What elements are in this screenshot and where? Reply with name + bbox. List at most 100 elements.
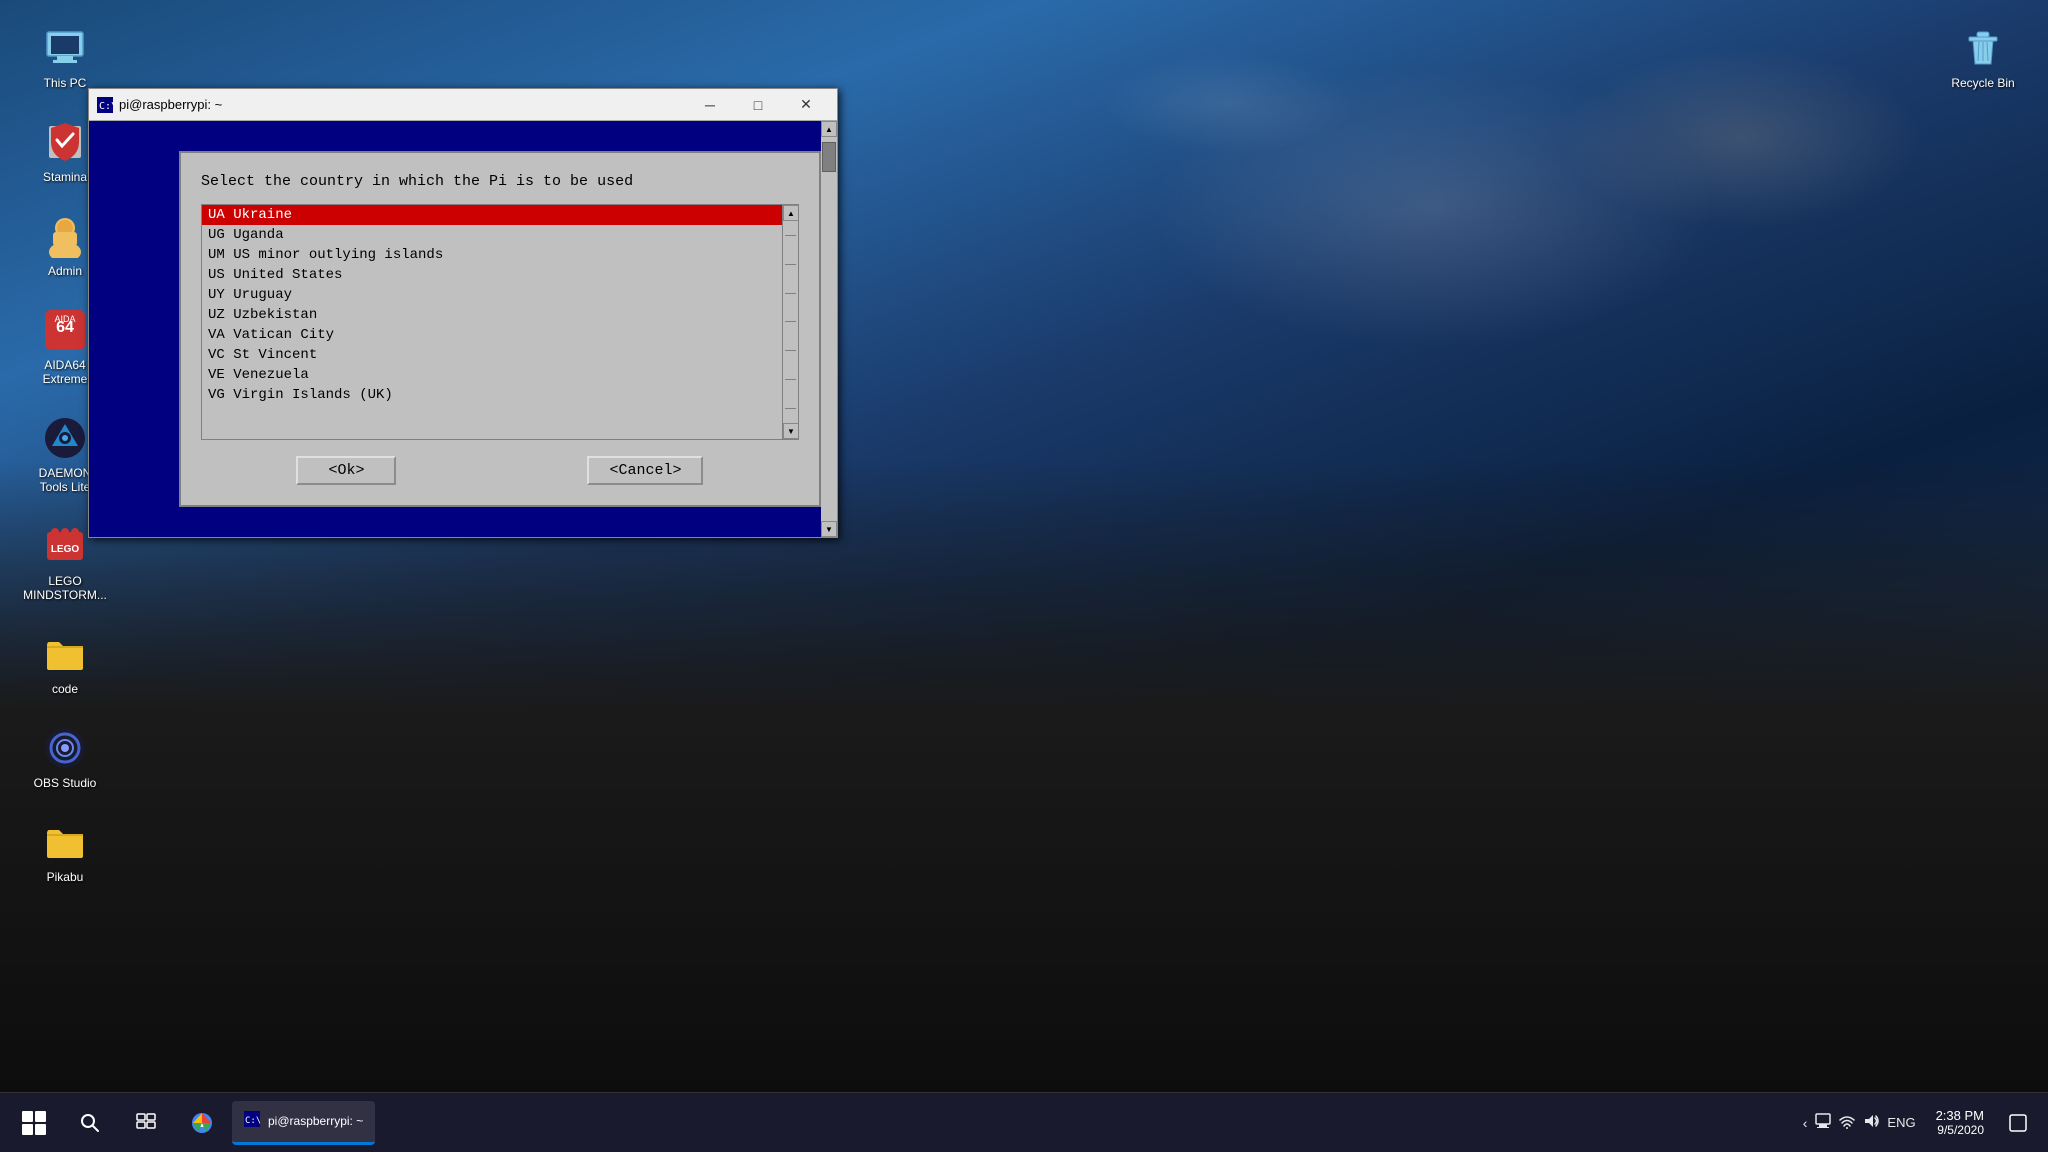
stamina-icon: [41, 118, 89, 166]
aida64-label1: AIDA64: [44, 358, 85, 372]
scroll-mark-1: [785, 235, 796, 236]
obs-icon: [41, 724, 89, 772]
dialog-list-scrollbar[interactable]: ▲ ▼: [782, 205, 798, 439]
taskbar-notification-button[interactable]: [1996, 1101, 2040, 1145]
taskbar-clock[interactable]: 2:38 PM 9/5/2020: [1928, 1108, 1992, 1137]
pikabu-icon: [41, 818, 89, 866]
desktop: This PC Stamina: [0, 0, 2048, 1152]
terminal-titlebar: C:\ pi@raspberrypi: ~ ─ □ ✕: [89, 89, 837, 121]
this-pc-icon: [41, 24, 89, 72]
terminal-minimize-button[interactable]: ─: [687, 89, 733, 121]
tray-language-indicator[interactable]: ENG: [1887, 1115, 1915, 1130]
aida64-icon: 64 AIDA: [41, 306, 89, 354]
dialog-list-container: UA Ukraine UG Uganda UM US minor outlyin…: [201, 204, 799, 440]
desktop-icon-code[interactable]: code: [20, 626, 110, 700]
dialog-prompt-text: Select the country in which the Pi is to…: [201, 173, 799, 190]
list-scrollbar-up[interactable]: ▲: [783, 205, 799, 221]
dialog-box: Select the country in which the Pi is to…: [179, 151, 821, 507]
scrollbar-down-button[interactable]: ▼: [821, 521, 837, 537]
pikabu-label: Pikabu: [47, 870, 84, 884]
taskbar-tray: ‹: [1795, 1113, 1924, 1132]
lego-label2: MINDSTORM...: [23, 588, 107, 602]
list-item-3[interactable]: US United States: [202, 265, 782, 285]
aida64-label2: Extreme: [43, 372, 88, 386]
recycle-bin-icon: [1959, 24, 2007, 72]
scrollbar-track[interactable]: [821, 137, 837, 521]
scrollbar-up-button[interactable]: ▲: [821, 121, 837, 137]
terminal-scrollbar[interactable]: ▲ ▼: [821, 121, 837, 537]
lego-icon: LEGO: [41, 522, 89, 570]
terminal-window: C:\ pi@raspberrypi: ~ ─ □ ✕ ▲ ▼ Sel: [88, 88, 838, 538]
this-pc-label: This PC: [44, 76, 87, 90]
tray-network-icon[interactable]: [1815, 1113, 1831, 1132]
dialog-ok-button[interactable]: <Ok>: [296, 456, 396, 485]
admin-icon: [41, 212, 89, 260]
terminal-title-text: pi@raspberrypi: ~: [119, 97, 687, 112]
taskbar-active-terminal[interactable]: C:\ pi@raspberrypi: ~: [232, 1101, 375, 1145]
list-scrollbar-down[interactable]: ▼: [783, 423, 799, 439]
taskbar-terminal-icon: C:\: [244, 1111, 260, 1132]
code-folder-icon: [41, 630, 89, 678]
taskbar-taskview-button[interactable]: [120, 1101, 172, 1145]
scroll-mark-2: [785, 264, 796, 265]
taskbar-start-button[interactable]: [8, 1101, 60, 1145]
terminal-maximize-button[interactable]: □: [735, 89, 781, 121]
desktop-icon-this-pc[interactable]: This PC: [20, 20, 110, 94]
list-item-6[interactable]: VA Vatican City: [202, 325, 782, 345]
win-logo-q2: [35, 1111, 46, 1122]
admin-label: Admin: [48, 264, 82, 278]
desktop-icons-right: Recycle Bin: [1938, 20, 2028, 94]
tray-show-hidden-button[interactable]: ‹: [1803, 1115, 1808, 1131]
win-logo-q1: [22, 1111, 33, 1122]
tray-volume-icon[interactable]: [1863, 1113, 1879, 1132]
desktop-icon-pikabu[interactable]: Pikabu: [20, 814, 110, 888]
dialog-cancel-button[interactable]: <Cancel>: [587, 456, 703, 485]
list-item-8[interactable]: VE Venezuela: [202, 365, 782, 385]
desktop-icon-recycle[interactable]: Recycle Bin: [1938, 20, 2028, 94]
taskbar: C:\ pi@raspberrypi: ~ ‹: [0, 1092, 2048, 1152]
scroll-mark-5: [785, 350, 796, 351]
recycle-label: Recycle Bin: [1951, 76, 2014, 90]
stamina-label: Stamina: [43, 170, 87, 184]
list-item-4[interactable]: UY Uruguay: [202, 285, 782, 305]
daemon-label1: DAEMON: [39, 466, 92, 480]
svg-text:LEGO: LEGO: [51, 544, 80, 555]
list-item-1[interactable]: UG Uganda: [202, 225, 782, 245]
obs-label: OBS Studio: [34, 776, 97, 790]
terminal-controls: ─ □ ✕: [687, 89, 829, 121]
scroll-mark-6: [785, 379, 796, 380]
win-logo-q3: [22, 1124, 33, 1135]
dialog-list[interactable]: UA Ukraine UG Uganda UM US minor outlyin…: [202, 205, 782, 439]
taskbar-search-button[interactable]: [64, 1101, 116, 1145]
dialog-buttons: <Ok> <Cancel>: [201, 456, 799, 485]
taskbar-app-label: pi@raspberrypi: ~: [268, 1114, 363, 1128]
desktop-background: [0, 458, 2048, 1092]
list-item-0[interactable]: UA Ukraine: [202, 205, 782, 225]
terminal-window-icon: C:\: [97, 97, 113, 113]
svg-text:C:\: C:\: [245, 1116, 260, 1126]
daemon-label2: Tools Lite: [40, 480, 91, 494]
tray-wifi-icon[interactable]: [1839, 1113, 1855, 1132]
list-scrollbar-marks: [783, 221, 798, 423]
svg-text:C:\: C:\: [99, 101, 113, 112]
scrollbar-thumb[interactable]: [822, 142, 836, 172]
daemon-icon: [41, 414, 89, 462]
desktop-icon-obs[interactable]: OBS Studio: [20, 720, 110, 794]
terminal-body: ▲ ▼ Select the country in which the Pi i…: [89, 121, 837, 537]
list-item-2[interactable]: UM US minor outlying islands: [202, 245, 782, 265]
windows-logo: [22, 1111, 46, 1135]
taskbar-date: 9/5/2020: [1936, 1123, 1984, 1137]
taskbar-time: 2:38 PM: [1936, 1108, 1984, 1123]
list-scrollbar-track[interactable]: [783, 221, 798, 423]
scroll-mark-7: [785, 408, 796, 409]
code-label: code: [52, 682, 78, 696]
svg-text:AIDA: AIDA: [54, 314, 75, 324]
list-item-7[interactable]: VC St Vincent: [202, 345, 782, 365]
terminal-close-button[interactable]: ✕: [783, 89, 829, 121]
taskbar-chrome-button[interactable]: [176, 1101, 228, 1145]
list-item-9[interactable]: VG Virgin Islands (UK): [202, 385, 782, 405]
scroll-mark-4: [785, 321, 796, 322]
lego-label1: LEGO: [48, 574, 81, 588]
scroll-mark-3: [785, 293, 796, 294]
list-item-5[interactable]: UZ Uzbekistan: [202, 305, 782, 325]
